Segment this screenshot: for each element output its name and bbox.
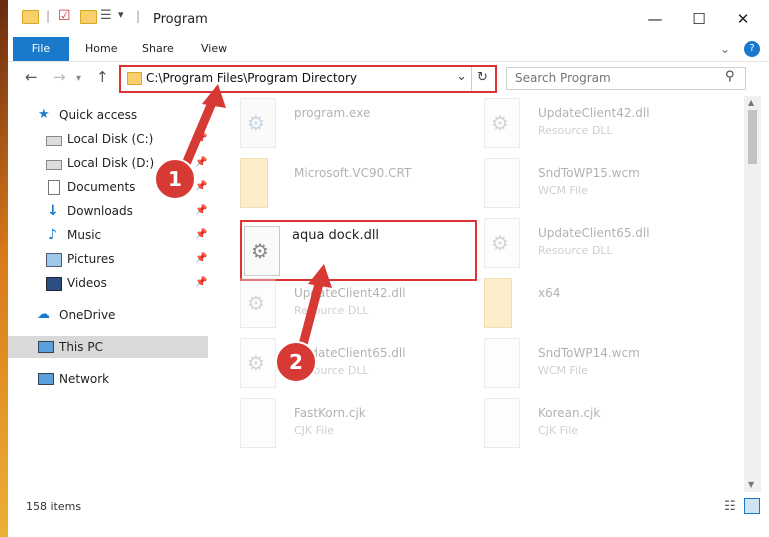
callout-badge-1: 1	[154, 158, 196, 200]
callout-badge-2: 2	[275, 341, 317, 383]
arrow-1-head	[202, 84, 226, 108]
arrow-2-head	[308, 264, 332, 288]
annotation-overlay	[175, 84, 332, 361]
